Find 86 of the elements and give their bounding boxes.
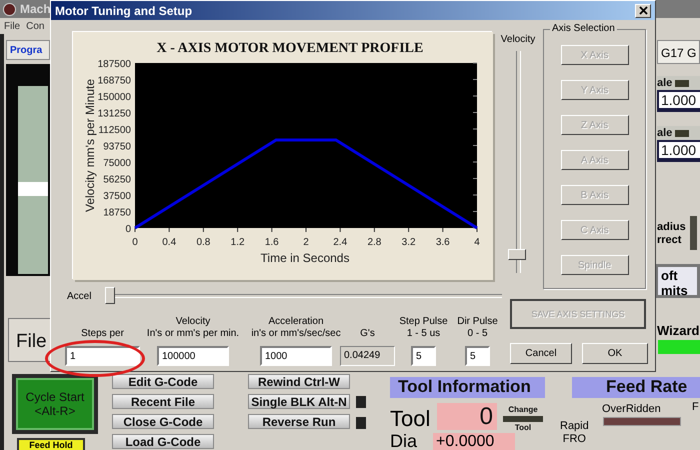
indicator-led	[675, 130, 690, 136]
panel-header: Tool Information	[390, 377, 545, 398]
mode-display: G17 G	[657, 40, 700, 64]
tick-label: 0	[132, 237, 138, 248]
close-button[interactable]	[635, 4, 651, 18]
tick-label: 2.8	[367, 237, 382, 248]
indicator-led	[356, 417, 366, 429]
file-button[interactable]: Close G-Code	[112, 414, 214, 429]
window-title: Motor Tuning and Setup	[55, 4, 192, 18]
indicator-led	[690, 216, 697, 250]
slider-label: Accel	[67, 290, 92, 302]
tool-value: 0	[437, 403, 497, 430]
input-field[interactable]: 1000	[260, 346, 332, 366]
input-field[interactable]: 5	[465, 346, 490, 366]
run-button[interactable]: Reverse Run	[248, 414, 350, 429]
file-button[interactable]: Recent File	[112, 394, 214, 409]
tool-label: Tool	[390, 406, 430, 432]
readout-field: 0.04249	[340, 346, 395, 366]
radius-label: adius rrect	[657, 221, 686, 247]
wizard-label: Wizard	[657, 323, 700, 338]
input-field[interactable]: 100000	[157, 346, 229, 366]
field-label: Step Pulse 1 - 5 us	[399, 316, 448, 340]
indicator-led	[675, 80, 690, 86]
tick-label: 187500	[98, 59, 131, 70]
tick-label: 1.2	[230, 237, 245, 248]
menu-item[interactable]: Con	[26, 20, 44, 32]
tick-label: 2	[303, 237, 309, 248]
scale-label: ale	[657, 127, 672, 139]
rapid-fro-label: Rapid FRO	[560, 420, 589, 446]
group-title: Axis Selection	[550, 23, 617, 34]
input-field[interactable]: 5	[411, 346, 436, 366]
feed-hold-button[interactable]: Feed Hold	[17, 438, 85, 450]
window-title: Mach	[20, 2, 51, 16]
tick-label: 18750	[103, 208, 131, 218]
tick-label: 93750	[103, 142, 131, 152]
tick-label: 168750	[98, 76, 131, 86]
status-indicator	[658, 340, 700, 354]
tick-label: 37500	[103, 191, 131, 202]
field-label: Acceleration in's or mm's/sec/sec	[251, 316, 341, 340]
tab[interactable]: File	[8, 318, 52, 362]
file-button[interactable]: Edit G-Code	[112, 374, 214, 389]
dia-label: Dia	[390, 432, 418, 450]
tick-label: 112500	[98, 125, 131, 136]
tick-label: 75000	[103, 158, 131, 169]
panel-header: Feed Rate	[572, 377, 700, 398]
tick-label: 56250	[103, 174, 131, 186]
tab[interactable]: Progra	[6, 40, 50, 60]
cycle-start-button[interactable]: Cycle Start <Alt-R>	[16, 378, 94, 430]
tick-label: 131250	[98, 108, 131, 120]
field-label: G's	[360, 328, 375, 340]
tick-label: 3.6	[436, 237, 450, 248]
tick-label: 3.2	[402, 237, 416, 248]
change-tool-button[interactable]: Change Tool	[500, 405, 546, 433]
axis-label: Velocity mm's per Minute	[83, 79, 97, 212]
field-label: Steps per	[81, 328, 124, 340]
scale-value: 1.000	[659, 92, 700, 108]
feed-label: F	[692, 401, 699, 413]
dialog-button[interactable]: OK	[582, 343, 648, 364]
slider-label: Velocity	[500, 34, 536, 45]
limits-button[interactable]: oft mits	[655, 264, 700, 298]
dia-value: +0.0000	[433, 433, 515, 450]
tick-label: 0.8	[196, 237, 210, 248]
tick-label: 0.4	[162, 237, 176, 248]
input-field[interactable]: 1	[65, 346, 140, 366]
file-button[interactable]: Load G-Code	[112, 434, 214, 449]
run-button[interactable]: Single BLK Alt-N	[248, 394, 350, 409]
overridden-label: OverRidden	[602, 403, 661, 415]
scale-label: ale	[657, 77, 672, 89]
field-label: Velocity In's or mm's per min.	[146, 316, 240, 340]
tick-label: 2.4	[333, 237, 348, 248]
dialog-button[interactable]: Cancel	[510, 343, 572, 364]
tick-label: 150000	[98, 92, 131, 103]
indicator-led	[356, 396, 366, 408]
chart-title: X - AXIS MOTOR MOVEMENT PROFILE	[156, 41, 424, 56]
tick-label: 4	[474, 237, 480, 248]
axis-label: Time in Seconds	[260, 251, 350, 265]
run-button[interactable]: Rewind Ctrl-W	[248, 374, 350, 389]
app-icon	[3, 2, 16, 16]
field-label: Dir Pulse 0 - 5	[457, 316, 498, 340]
tick-label: 1.6	[264, 237, 279, 248]
scale-value: 1.000	[659, 142, 700, 158]
tick-label: 0	[125, 224, 131, 235]
slider-thumb[interactable]	[105, 287, 115, 304]
slider-thumb[interactable]	[508, 248, 526, 260]
close-icon	[638, 6, 648, 15]
menu-item[interactable]: File	[4, 20, 20, 32]
